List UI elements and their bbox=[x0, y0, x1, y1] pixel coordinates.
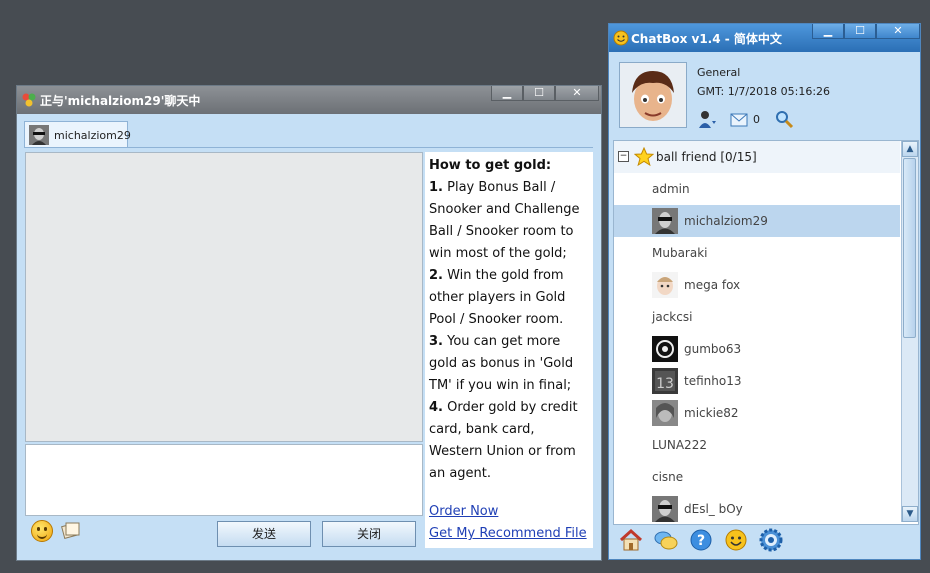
message-input[interactable] bbox=[25, 444, 423, 516]
message-history[interactable] bbox=[25, 152, 423, 442]
chat-title: 正与'michalziom29'聊天中 bbox=[40, 94, 201, 108]
friend-name: LUNA222 bbox=[652, 438, 707, 452]
profile-status: General bbox=[697, 66, 741, 79]
chatbox-title: ChatBox v1.4 - 简体中文 bbox=[631, 32, 782, 46]
smiley-icon[interactable] bbox=[31, 520, 53, 542]
search-icon[interactable] bbox=[774, 109, 794, 129]
friend-name: dEsl_ bOy bbox=[684, 502, 743, 516]
scrollbar[interactable]: ▲ ▼ bbox=[901, 141, 918, 522]
friend-name: mega fox bbox=[684, 278, 741, 292]
friend-row[interactable]: mega fox bbox=[614, 269, 900, 301]
gold-info-item: 4. Order gold by credit card, bank card,… bbox=[429, 400, 578, 481]
friend-name: cisne bbox=[652, 470, 684, 484]
close-button[interactable]: ✕ bbox=[555, 86, 599, 101]
bottom-toolbar: ? bbox=[619, 528, 783, 552]
paper-icon[interactable] bbox=[61, 520, 81, 540]
close-button[interactable]: ✕ bbox=[876, 24, 920, 39]
chatbox-titlebar[interactable]: ChatBox v1.4 - 简体中文 ▁ ☐ ✕ bbox=[609, 24, 920, 52]
profile-panel: General GMT: 1/7/2018 05:16:26 0 bbox=[609, 52, 920, 138]
minimize-button[interactable]: ▁ bbox=[491, 86, 523, 101]
help-icon[interactable]: ? bbox=[689, 528, 713, 552]
group-ball-friend[interactable]: − ball friend [0/15] bbox=[614, 141, 900, 173]
avatar bbox=[29, 125, 49, 145]
avatar bbox=[652, 208, 678, 234]
avatar bbox=[652, 400, 678, 426]
emoticon-icon[interactable] bbox=[724, 528, 748, 552]
scroll-down-button[interactable]: ▼ bbox=[902, 506, 918, 522]
avatar bbox=[652, 496, 678, 522]
maximize-button[interactable]: ☐ bbox=[844, 24, 876, 39]
mail-icon[interactable] bbox=[729, 109, 749, 129]
group-label: ball friend [0/15] bbox=[656, 150, 757, 164]
chatbox-window: ChatBox v1.4 - 简体中文 ▁ ☐ ✕ General GMT: 1… bbox=[608, 23, 921, 560]
tab-divider bbox=[24, 147, 593, 148]
friend-name: Mubaraki bbox=[652, 246, 708, 260]
friend-name: michalziom29 bbox=[684, 214, 768, 228]
gold-info-panel: How to get gold: 1. Play Bonus Ball / Sn… bbox=[425, 152, 593, 548]
send-button[interactable]: 发送 bbox=[217, 521, 311, 547]
friend-row[interactable]: jackcsi bbox=[614, 301, 900, 333]
friend-name: gumbo63 bbox=[684, 342, 742, 356]
chat-bubbles-icon[interactable] bbox=[654, 528, 678, 552]
friend-name: admin bbox=[652, 182, 690, 196]
avatar: 13 bbox=[652, 368, 678, 394]
collapse-toggle[interactable]: − bbox=[618, 151, 629, 162]
order-now-link[interactable]: Order Now bbox=[429, 501, 587, 523]
recommend-file-link[interactable]: Get My Recommend File bbox=[429, 523, 587, 545]
profile-gmt: GMT: 1/7/2018 05:16:26 bbox=[697, 85, 831, 98]
avatar bbox=[652, 336, 678, 362]
friend-row[interactable]: mickie82 bbox=[614, 397, 900, 429]
close-chat-button[interactable]: 关闭 bbox=[322, 521, 416, 547]
friend-name: jackcsi bbox=[652, 310, 693, 324]
friend-list[interactable]: − ball friend [0/15] admin michalziom29 Mu… bbox=[613, 140, 919, 525]
gold-info-heading: How to get gold: bbox=[429, 158, 552, 173]
friend-row[interactable]: admin bbox=[614, 173, 900, 205]
chat-app-icon bbox=[22, 93, 36, 107]
home-icon[interactable] bbox=[619, 528, 643, 552]
friend-row[interactable]: Mubaraki bbox=[614, 237, 900, 269]
friend-row[interactable]: gumbo63 bbox=[614, 333, 900, 365]
friend-row[interactable]: 13 tefinho13 bbox=[614, 365, 900, 397]
svg-text:13: 13 bbox=[656, 376, 674, 392]
gold-info-item: 1. Play Bonus Ball / Snooker and Challen… bbox=[429, 180, 580, 261]
tab-label: michalziom29 bbox=[54, 129, 131, 142]
scroll-up-button[interactable]: ▲ bbox=[902, 141, 918, 157]
gold-info-item: 2. Win the gold from other players in Go… bbox=[429, 268, 566, 327]
chat-window: 正与'michalziom29'聊天中 ▁ ☐ ✕ michalziom29 H… bbox=[16, 85, 602, 561]
friend-row[interactable]: michalziom29 bbox=[614, 205, 900, 237]
gold-info-item: 3. You can get more gold as bonus in 'Go… bbox=[429, 334, 574, 393]
star-icon bbox=[634, 147, 654, 167]
friend-row[interactable]: LUNA222 bbox=[614, 429, 900, 461]
maximize-button[interactable]: ☐ bbox=[523, 86, 555, 101]
chat-titlebar[interactable]: 正与'michalziom29'聊天中 ▁ ☐ ✕ bbox=[17, 86, 601, 114]
friend-row[interactable]: dEsl_ bOy bbox=[614, 493, 900, 524]
friend-name: mickie82 bbox=[684, 406, 739, 420]
mail-count: 0 bbox=[753, 112, 760, 126]
friend-name: tefinho13 bbox=[684, 374, 742, 388]
tab-michalziom29[interactable]: michalziom29 bbox=[24, 121, 131, 148]
avatar bbox=[652, 272, 678, 298]
scroll-thumb[interactable] bbox=[903, 158, 916, 338]
chatbox-app-icon bbox=[613, 30, 629, 46]
settings-icon[interactable] bbox=[759, 528, 783, 552]
minimize-button[interactable]: ▁ bbox=[812, 24, 844, 39]
svg-text:?: ? bbox=[697, 533, 705, 549]
profile-avatar[interactable] bbox=[619, 62, 687, 128]
user-status-icon[interactable] bbox=[697, 109, 717, 129]
friend-row[interactable]: cisne bbox=[614, 461, 900, 493]
